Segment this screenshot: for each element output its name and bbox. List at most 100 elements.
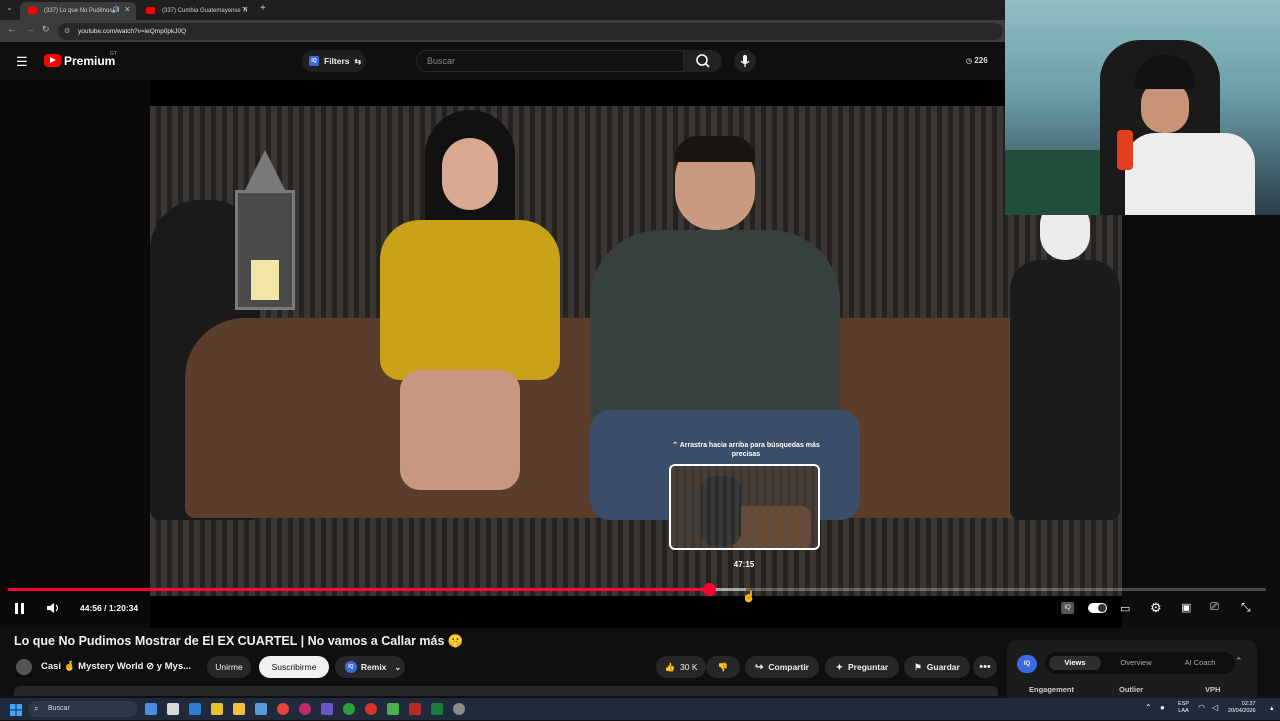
voice-search-button[interactable] (734, 50, 756, 72)
play-app-icon[interactable] (387, 703, 399, 715)
vph-label: VPH (1205, 685, 1221, 694)
file-explorer-icon[interactable] (233, 703, 245, 715)
notepad-icon[interactable] (167, 703, 179, 715)
player-controls: 44:56 / 1:20:34 IQ ▭ ⚙ ▣ ⎚ ⤡ (0, 598, 1280, 620)
youtube-favicon-icon (28, 7, 37, 14)
video-letterbox-right (1122, 215, 1280, 628)
chevron-down-icon: ⌄ (394, 662, 402, 672)
cast-icon[interactable]: ⎚ (1210, 601, 1219, 619)
video-title: Lo que No Pudimos Mostrar de El EX CUART… (14, 634, 464, 648)
like-count: 30 K (680, 662, 698, 672)
save-button[interactable]: ⚑ Guardar (904, 656, 970, 678)
settings-app-icon[interactable] (453, 703, 465, 715)
audio-playing-icon[interactable]: 🔊 (111, 6, 120, 14)
tab-cumbia[interactable]: (337) Cumbia Guatemayense Ti × (138, 2, 254, 20)
daily-views-counter[interactable]: ◷ 226 (966, 56, 988, 65)
chrome-icon[interactable] (277, 703, 289, 715)
fullscreen-exit-icon[interactable]: ⤡ (1241, 600, 1251, 618)
youtube-logo-text[interactable]: Premium (64, 54, 115, 68)
toggle-knob (1098, 604, 1106, 612)
menu-hamburger-icon[interactable]: ☰ (16, 54, 28, 70)
url-text: youtube.com/watch?v=ieQmp0pkJ0Q (78, 28, 187, 35)
join-button[interactable]: Unirme (207, 656, 251, 678)
edge-icon[interactable] (189, 703, 201, 715)
filters-button[interactable]: IQ Filters ⇆ (302, 50, 366, 72)
xbox-icon[interactable] (343, 703, 355, 715)
reload-icon[interactable]: ↻ (42, 24, 50, 35)
scrub-preview-thumbnail (669, 464, 820, 550)
volume-icon[interactable] (46, 601, 60, 615)
youtube-logo-icon[interactable] (44, 54, 61, 67)
search-icon: ⌕ (34, 704, 39, 713)
url-field[interactable]: ⚙ youtube.com/watch?v=ieQmp0pkJ0Q (58, 23, 1003, 40)
share-arrow-icon: ↪ (754, 661, 764, 673)
pause-button[interactable] (14, 603, 25, 614)
view-count-value: 226 (974, 56, 988, 65)
wifi-icon[interactable]: ◠ (1198, 703, 1205, 712)
search-input[interactable]: Buscar (416, 50, 684, 72)
taskbar-search[interactable]: ⌕ Buscar (28, 701, 138, 717)
lang-code: ESP (1178, 701, 1190, 707)
close-tab-icon[interactable]: × (125, 4, 130, 14)
system-clock[interactable]: 02:37 20/04/2026 (1228, 701, 1256, 715)
discord-icon[interactable] (321, 703, 333, 715)
tab-views[interactable]: Views (1049, 656, 1101, 670)
subtitles-icon[interactable]: ▭ (1120, 602, 1130, 620)
sticky-notes-icon[interactable] (211, 703, 223, 715)
microphone-tray-icon[interactable]: ● (1160, 703, 1165, 712)
description-box[interactable] (14, 686, 998, 696)
like-button[interactable]: 👍 30 K (656, 656, 706, 678)
task-view-icon[interactable] (145, 703, 157, 715)
save-label: Guardar (926, 662, 960, 672)
tab-list-chevron-icon[interactable]: ⌄ (6, 3, 13, 12)
site-info-icon[interactable]: ⚙ (64, 23, 70, 40)
dislike-button[interactable]: 👎 (706, 656, 740, 678)
streamer-webcam (1005, 0, 1280, 215)
language-indicator[interactable]: ESP LAA (1178, 701, 1189, 715)
share-button[interactable]: ↪ Compartir (745, 656, 819, 678)
remix-button[interactable]: IQ Remix ⌄ (335, 656, 405, 678)
opera-icon[interactable] (299, 703, 311, 715)
search-icon (696, 54, 710, 68)
tray-chevron-icon[interactable]: ⌃ (1145, 703, 1152, 712)
new-tab-button[interactable]: + (260, 3, 266, 14)
channel-avatar[interactable] (16, 659, 32, 675)
thumbs-down-icon: 👎 (717, 661, 729, 672)
youtube-favicon-icon (146, 7, 155, 14)
collapse-chevron-icon[interactable]: ⌃ (1235, 656, 1243, 667)
time-display: 44:56 / 1:20:34 (80, 603, 139, 613)
settings-gear-icon[interactable]: ⚙ (1150, 600, 1162, 618)
close-tab-icon[interactable]: × (243, 4, 248, 14)
back-arrow-icon[interactable]: ← (7, 24, 17, 35)
excel-icon[interactable] (431, 703, 443, 715)
keyboard-layout: LAA (1178, 708, 1189, 714)
speaker-icon[interactable]: ◁ (1212, 703, 1218, 712)
forward-arrow-icon[interactable]: → (25, 24, 35, 35)
tab-overview[interactable]: Overview (1107, 656, 1165, 670)
search-button[interactable] (684, 50, 722, 72)
vidiq-player-icon[interactable]: IQ (1061, 602, 1074, 614)
tab-ai-coach[interactable]: AI Coach (1169, 656, 1231, 670)
vidiq-logo-icon[interactable]: IQ (1017, 655, 1037, 673)
clock-icon: ◷ (966, 58, 973, 65)
subscribe-button[interactable]: Suscribirme (259, 656, 329, 678)
channel-name[interactable]: Casi 🤞 Mystery World ⊘ y Mys... (41, 661, 191, 672)
recorder-icon[interactable] (409, 703, 421, 715)
app-icon[interactable] (255, 703, 267, 715)
bookmark-icon: ⚑ (914, 661, 922, 672)
media-player-icon[interactable] (365, 703, 377, 715)
panel-tabs: Views Overview AI Coach (1045, 652, 1235, 674)
progress-played (8, 588, 710, 591)
more-actions-button[interactable]: ••• (973, 656, 997, 678)
autoplay-toggle[interactable] (1088, 603, 1107, 613)
ask-button[interactable]: ✦ Preguntar (825, 656, 899, 678)
sparkle-icon: ✦ (835, 661, 843, 672)
vidiq-badge-icon: IQ (344, 661, 357, 673)
thumbs-up-icon: 👍 (664, 661, 676, 672)
miniplayer-icon[interactable]: ▣ (1181, 601, 1191, 619)
drag-hint-tooltip: ⌃ Arrastra hacia arriba para búsquedas m… (668, 441, 824, 459)
tab-video[interactable]: (337) Lo que No Pudimos M 🔊 × (20, 2, 136, 20)
share-label: Compartir (768, 662, 809, 672)
notifications-icon[interactable]: ▴ (1270, 704, 1274, 712)
windows-start-icon[interactable] (10, 703, 22, 716)
